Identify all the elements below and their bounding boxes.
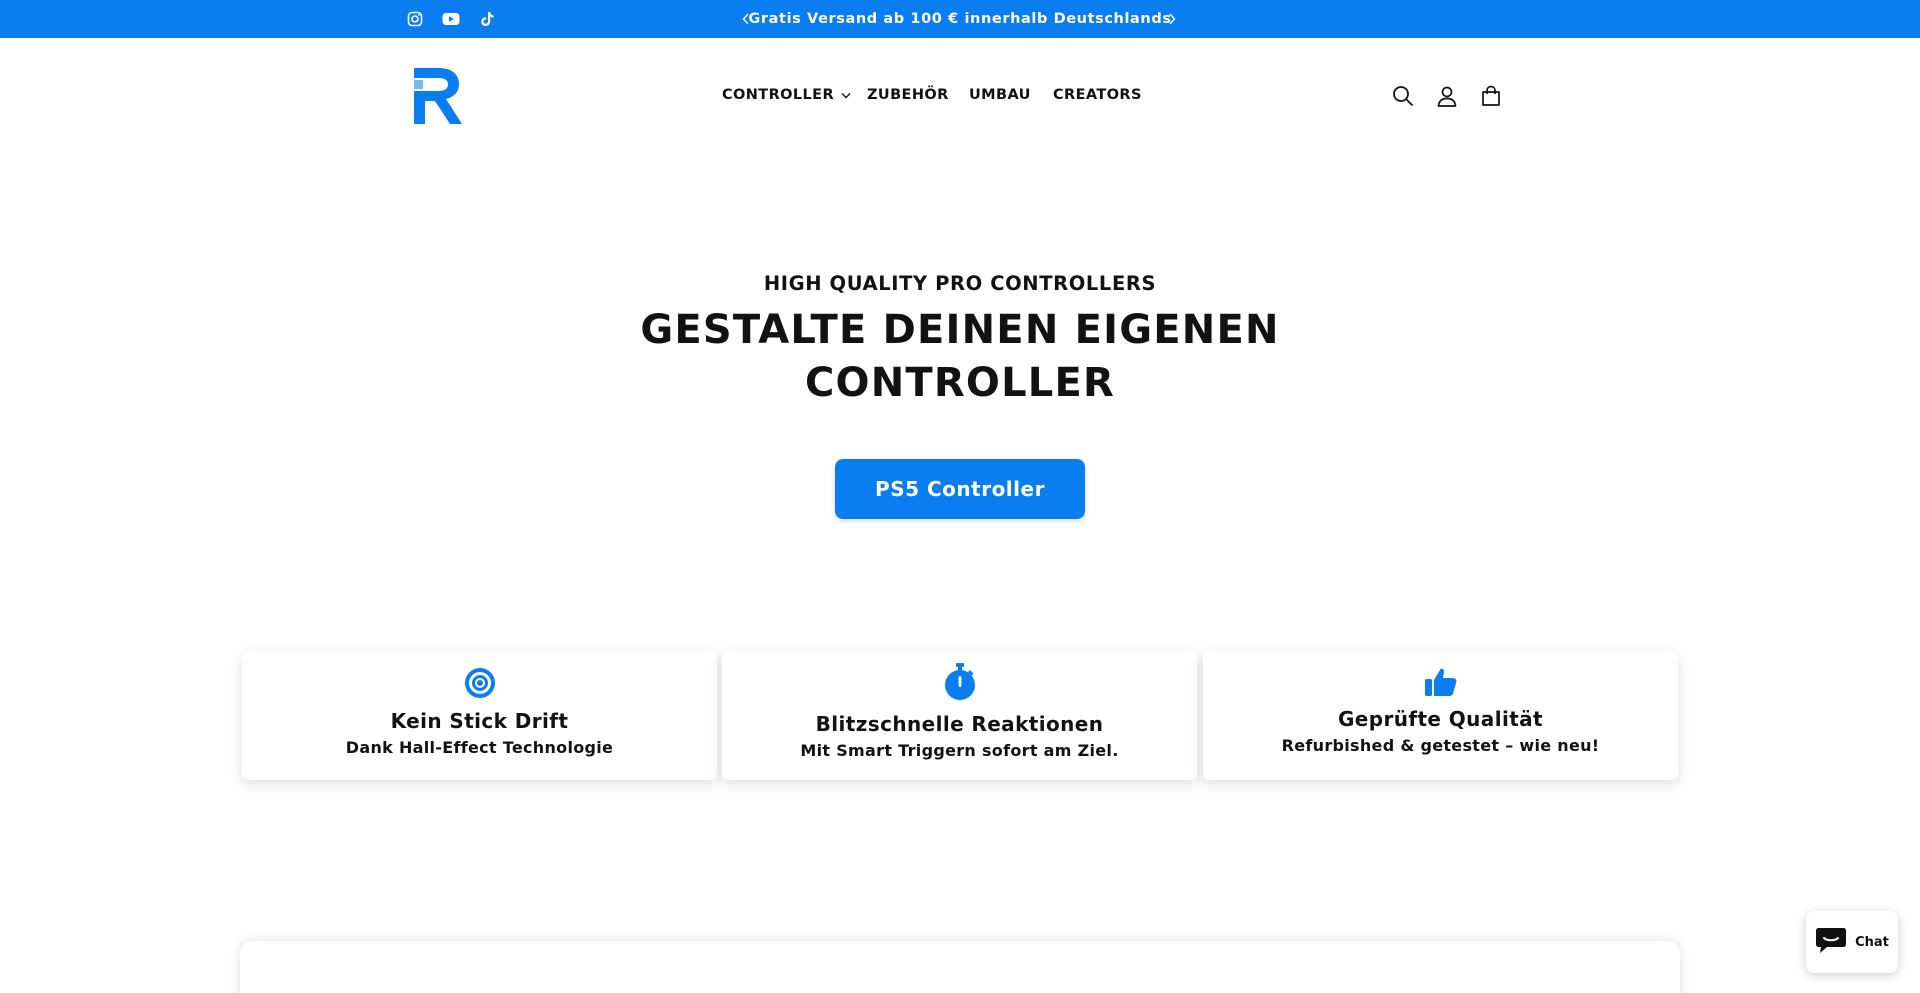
chat-label: Chat <box>1855 934 1889 950</box>
nav-item-label: ZUBEHÖR <box>867 87 949 103</box>
nav-item-zubehoer[interactable]: ZUBEHÖR <box>867 80 949 110</box>
feature-title: Kein Stick Drift <box>390 709 569 733</box>
content-card <box>240 941 1680 993</box>
chevron-down-icon <box>841 92 851 99</box>
nav-item-label: CREATORS <box>1053 87 1142 103</box>
feature-description: Mit Smart Triggern sofort am Ziel. <box>800 741 1119 760</box>
logo[interactable] <box>412 66 466 126</box>
feature-description: Dank Hall-Effect Technologie <box>345 738 614 757</box>
nav-item-umbau[interactable]: UMBAU <box>969 80 1031 110</box>
announcement-bar: Gratis Versand ab 100 € innerhalb Deutsc… <box>0 0 1920 38</box>
feature-description: Refurbished & getestet – wie neu! <box>1281 736 1600 755</box>
feature-card: Kein Stick Drift Dank Hall-Effect Techno… <box>242 651 717 780</box>
hero-subtitle: HIGH QUALITY PRO CONTROLLERS <box>763 272 1157 295</box>
announcement-text: Gratis Versand ab 100 € innerhalb Deutsc… <box>748 11 1172 27</box>
chat-icon <box>1815 925 1847 959</box>
target-icon <box>242 667 717 699</box>
feature-title: Blitzschnelle Reaktionen <box>815 712 1104 736</box>
nav-item-creators[interactable]: CREATORS <box>1053 80 1142 110</box>
announcement-next-button[interactable] <box>1162 9 1182 29</box>
feature-card: Blitzschnelle Reaktionen Mit Smart Trigg… <box>722 651 1197 780</box>
nav-item-label: CONTROLLER <box>722 87 835 103</box>
stopwatch-icon <box>722 663 1197 701</box>
feature-title: Geprüfte Qualität <box>1337 707 1544 731</box>
hero-title: GESTALTE DEINEN EIGENEN CONTROLLER <box>640 307 1280 406</box>
feature-card: Geprüfte Qualität Refurbished & getestet… <box>1203 651 1678 780</box>
nav-item-controller[interactable]: CONTROLLER <box>722 80 851 110</box>
chat-button[interactable]: Chat <box>1806 911 1898 973</box>
cart-icon[interactable] <box>1478 83 1504 109</box>
search-icon[interactable] <box>1390 83 1416 109</box>
ps5-controller-button[interactable]: PS5 Controller <box>835 459 1085 519</box>
account-icon[interactable] <box>1434 83 1460 109</box>
thumbs-up-icon <box>1203 667 1678 697</box>
nav-item-label: UMBAU <box>969 87 1031 103</box>
